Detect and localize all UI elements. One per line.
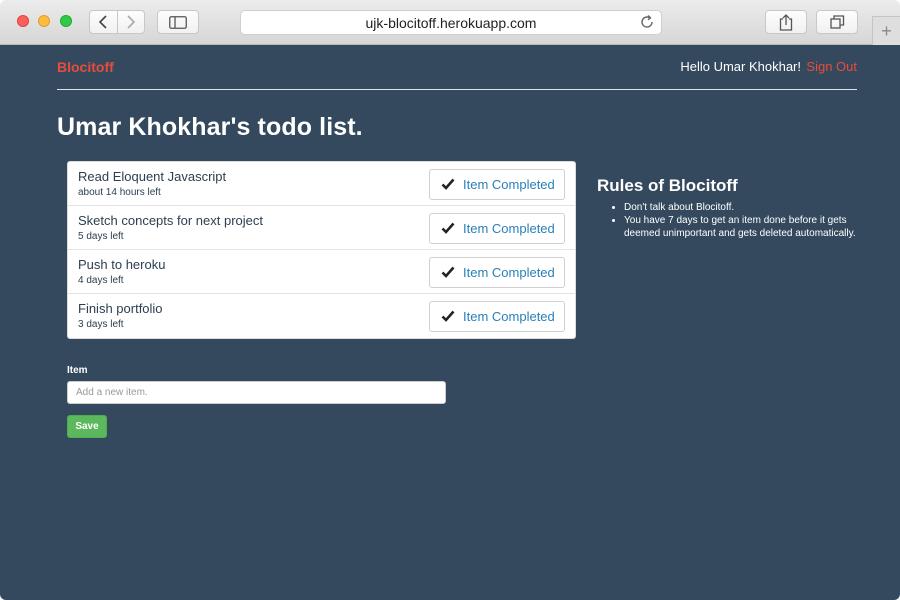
zoom-window-button[interactable]	[60, 15, 72, 27]
item-field-label: Item	[67, 365, 88, 376]
browser-toolbar: ujk-blocitoff.herokuapp.com +	[0, 0, 900, 45]
item-due: about 14 hours left	[78, 187, 161, 198]
browser-window: ujk-blocitoff.herokuapp.com + Blocitoff …	[0, 0, 900, 600]
item-completed-button[interactable]: Item Completed	[429, 169, 565, 200]
reload-icon[interactable]	[639, 14, 655, 30]
checkmark-icon	[441, 266, 455, 278]
close-window-button[interactable]	[17, 15, 29, 27]
checkmark-icon	[441, 222, 455, 234]
item-due: 4 days left	[78, 275, 124, 286]
brand-link[interactable]: Blocitoff	[57, 59, 114, 75]
tabs-overview-button[interactable]	[816, 10, 858, 34]
back-button[interactable]	[90, 11, 118, 33]
item-name: Read Eloquent Javascript	[78, 169, 227, 184]
user-greeting: Hello Umar Khokhar!	[680, 59, 801, 74]
url-text: ujk-blocitoff.herokuapp.com	[365, 14, 537, 31]
item-completed-button[interactable]: Item Completed	[429, 257, 565, 288]
new-tab-button[interactable]: +	[872, 16, 900, 45]
item-name: Push to heroku	[78, 257, 166, 272]
item-completed-label: Item Completed	[463, 177, 555, 192]
save-button[interactable]: Save	[67, 415, 107, 438]
minimize-window-button[interactable]	[38, 15, 50, 27]
rule-item: Don't talk about Blocitoff.	[624, 201, 864, 214]
share-button[interactable]	[765, 10, 807, 34]
todo-list: Read Eloquent Javascript about 14 hours …	[67, 161, 576, 339]
sidebar-icon	[169, 15, 187, 29]
rules-list: Don't talk about Blocitoff. You have 7 d…	[611, 201, 864, 240]
item-name: Finish portfolio	[78, 301, 163, 316]
item-due: 3 days left	[78, 319, 124, 330]
page-title: Umar Khokhar's todo list.	[57, 113, 363, 141]
rule-item: You have 7 days to get an item done befo…	[624, 214, 864, 240]
item-name: Sketch concepts for next project	[78, 213, 263, 228]
item-completed-label: Item Completed	[463, 221, 555, 236]
history-nav	[89, 10, 145, 34]
list-item: Push to heroku 4 days left Item Complete…	[68, 250, 575, 294]
page-content: Blocitoff Hello Umar Khokhar! Sign Out U…	[0, 45, 900, 600]
item-completed-label: Item Completed	[463, 265, 555, 280]
list-item: Sketch concepts for next project 5 days …	[68, 206, 575, 250]
list-item: Finish portfolio 3 days left Item Comple…	[68, 294, 575, 338]
list-item: Read Eloquent Javascript about 14 hours …	[68, 162, 575, 206]
item-due: 5 days left	[78, 231, 124, 242]
item-completed-button[interactable]: Item Completed	[429, 213, 565, 244]
rules-title: Rules of Blocitoff	[597, 176, 738, 195]
share-icon	[779, 13, 793, 31]
sign-out-link[interactable]: Sign Out	[806, 59, 857, 74]
checkmark-icon	[441, 178, 455, 190]
item-completed-label: Item Completed	[463, 309, 555, 324]
tabs-icon	[829, 15, 844, 29]
address-bar[interactable]: ujk-blocitoff.herokuapp.com	[240, 10, 662, 35]
header-divider	[57, 89, 857, 90]
new-item-input[interactable]	[67, 381, 446, 404]
chevron-left-icon	[99, 15, 107, 29]
sidebar-button[interactable]	[157, 10, 199, 34]
plus-icon: +	[881, 20, 892, 41]
item-completed-button[interactable]: Item Completed	[429, 301, 565, 332]
chevron-right-icon	[127, 15, 135, 29]
forward-button[interactable]	[118, 11, 145, 33]
checkmark-icon	[441, 310, 455, 322]
